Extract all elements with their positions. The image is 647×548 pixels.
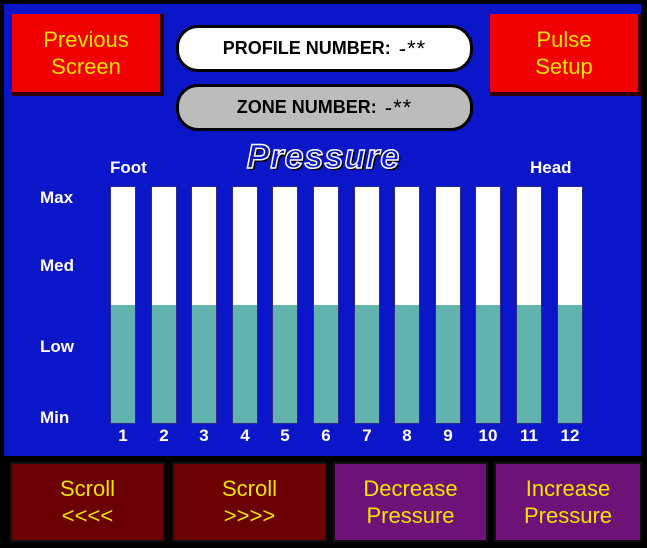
zone-number-label: 2	[159, 426, 169, 445]
zone-bar[interactable]	[354, 186, 380, 424]
level-label-med: Med	[40, 256, 74, 275]
zone-number-label: 10	[478, 426, 498, 445]
zone-number-label: 12	[560, 426, 580, 445]
pulse-setup-label: Pulse Setup	[535, 26, 593, 81]
increase-pressure-label: Increase Pressure	[524, 475, 612, 530]
head-label: Head	[530, 158, 572, 177]
decrease-pressure-button[interactable]: Decrease Pressure	[333, 462, 488, 542]
scroll-right-button[interactable]: Scroll >>>>	[172, 462, 327, 542]
decrease-pressure-line1: Decrease	[363, 475, 458, 501]
increase-pressure-line1: Increase	[525, 475, 611, 501]
scroll-left-line2: <<<<	[61, 503, 114, 528]
zone-number-value: -**	[384, 94, 413, 120]
zone-number-label: 8	[402, 426, 412, 445]
zone-number-label: 1	[118, 426, 128, 445]
zone-bar[interactable]	[435, 186, 461, 424]
zone-bar-fill	[395, 305, 419, 423]
zone-bar[interactable]	[110, 186, 136, 424]
zone-bar[interactable]	[232, 186, 258, 424]
level-label-low: Low	[40, 337, 74, 356]
zone-bar-fill	[355, 305, 379, 423]
pulse-setup-label-line1: Pulse	[536, 26, 592, 52]
previous-screen-label: Previous Screen	[43, 26, 129, 81]
profile-number-label: PROFILE NUMBER:	[222, 38, 391, 58]
increase-pressure-line2: Pressure	[523, 503, 613, 528]
scroll-right-line2: >>>>	[223, 503, 276, 528]
zone-bar-fill	[558, 305, 582, 423]
scroll-left-line1: Scroll	[59, 475, 115, 501]
zone-number-label: 4	[240, 426, 250, 445]
profile-number-value: -**	[398, 35, 427, 61]
scroll-right-label: Scroll >>>>	[222, 475, 277, 530]
zone-bar[interactable]	[557, 186, 583, 424]
zone-bar-fill	[152, 305, 176, 423]
zone-bar-fill	[436, 305, 460, 423]
pulse-setup-label-line2: Setup	[535, 54, 593, 79]
scroll-right-line1: Scroll	[221, 475, 277, 501]
zone-bar-fill	[192, 305, 216, 423]
increase-pressure-button[interactable]: Increase Pressure	[494, 462, 642, 542]
zone-number-label: 3	[199, 426, 209, 445]
foot-label: Foot	[110, 158, 147, 177]
zone-bar[interactable]	[394, 186, 420, 424]
zone-number-label: ZONE NUMBER:	[236, 97, 377, 117]
zone-bar-fill	[111, 305, 135, 423]
level-label-max: Max	[40, 188, 74, 207]
zone-number-label: 9	[443, 426, 453, 445]
zone-bar-fill	[273, 305, 297, 423]
previous-screen-button[interactable]: Previous Screen	[12, 14, 164, 96]
previous-screen-label-line1: Previous	[43, 26, 129, 52]
zone-bar-fill	[476, 305, 500, 423]
previous-screen-label-line2: Screen	[51, 54, 121, 79]
zone-bar[interactable]	[151, 186, 177, 424]
zone-bar[interactable]	[516, 186, 542, 424]
profile-number-field: PROFILE NUMBER: -**	[176, 25, 473, 72]
decrease-pressure-line2: Pressure	[366, 503, 455, 528]
pressure-screen: Previous Screen Pulse Setup PROFILE NUMB…	[0, 0, 647, 548]
zone-number-field: ZONE NUMBER: -**	[176, 84, 473, 131]
scroll-left-label: Scroll <<<<	[60, 475, 115, 530]
zone-number-label: 6	[321, 426, 331, 445]
zone-bar[interactable]	[313, 186, 339, 424]
zone-number-label: 7	[362, 426, 372, 445]
zone-bar[interactable]	[475, 186, 501, 424]
zone-bar-fill	[314, 305, 338, 423]
level-label-min: Min	[40, 408, 70, 427]
zone-bar-fill	[517, 305, 541, 423]
zone-number-label: 5	[280, 426, 290, 445]
decrease-pressure-label: Decrease Pressure	[363, 475, 457, 530]
scroll-left-button[interactable]: Scroll <<<<	[10, 462, 165, 542]
pulse-setup-button[interactable]: Pulse Setup	[490, 14, 642, 96]
zone-number-label: 11	[520, 426, 538, 445]
zone-bar[interactable]	[191, 186, 217, 424]
zone-bar[interactable]	[272, 186, 298, 424]
zone-bar-fill	[233, 305, 257, 423]
